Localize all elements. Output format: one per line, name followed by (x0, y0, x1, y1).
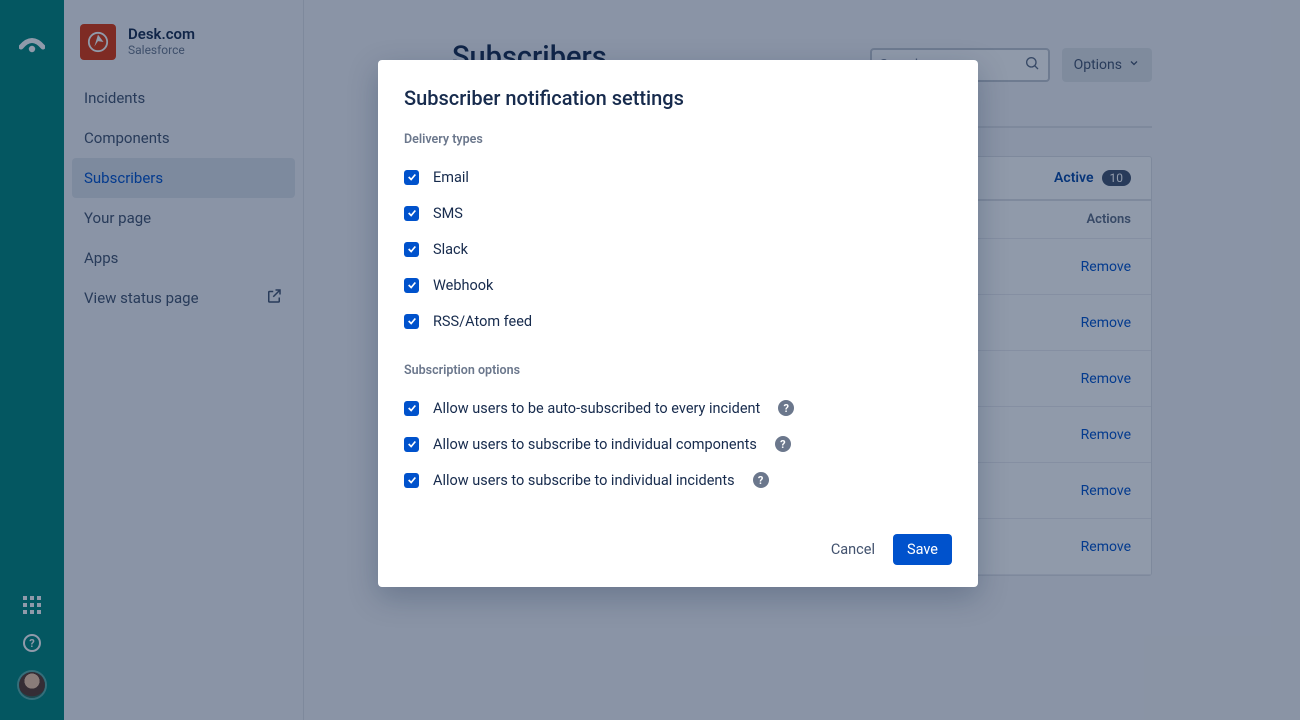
subscription-option-incidents[interactable]: Allow users to subscribe to individual i… (404, 462, 952, 498)
option-label: Allow users to subscribe to individual i… (433, 472, 735, 489)
checkbox-checked-icon[interactable] (404, 314, 419, 329)
delivery-option-sms[interactable]: SMS (404, 195, 952, 231)
option-label: Slack (433, 241, 468, 258)
option-label: RSS/Atom feed (433, 313, 532, 330)
delivery-option-slack[interactable]: Slack (404, 231, 952, 267)
delivery-option-rss[interactable]: RSS/Atom feed (404, 303, 952, 339)
modal-title: Subscriber notification settings (404, 86, 952, 110)
subscription-options-heading: Subscription options (404, 363, 952, 378)
delivery-option-webhook[interactable]: Webhook (404, 267, 952, 303)
checkbox-checked-icon[interactable] (404, 473, 419, 488)
checkbox-checked-icon[interactable] (404, 278, 419, 293)
checkbox-checked-icon[interactable] (404, 401, 419, 416)
notification-settings-modal: Subscriber notification settings Deliver… (378, 60, 978, 587)
option-label: Email (433, 169, 469, 186)
option-label: Allow users to subscribe to individual c… (433, 436, 757, 453)
save-button[interactable]: Save (893, 534, 952, 565)
option-label: Allow users to be auto-subscribed to eve… (433, 400, 760, 417)
subscription-option-components[interactable]: Allow users to subscribe to individual c… (404, 426, 952, 462)
cancel-button[interactable]: Cancel (831, 541, 875, 558)
subscription-option-auto[interactable]: Allow users to be auto-subscribed to eve… (404, 390, 952, 426)
checkbox-checked-icon[interactable] (404, 437, 419, 452)
checkbox-checked-icon[interactable] (404, 170, 419, 185)
help-icon[interactable]: ? (753, 472, 769, 488)
delivery-option-email[interactable]: Email (404, 159, 952, 195)
help-icon[interactable]: ? (775, 436, 791, 452)
checkbox-checked-icon[interactable] (404, 242, 419, 257)
help-icon[interactable]: ? (778, 400, 794, 416)
option-label: SMS (433, 205, 463, 222)
option-label: Webhook (433, 277, 493, 294)
checkbox-checked-icon[interactable] (404, 206, 419, 221)
delivery-types-heading: Delivery types (404, 132, 952, 147)
